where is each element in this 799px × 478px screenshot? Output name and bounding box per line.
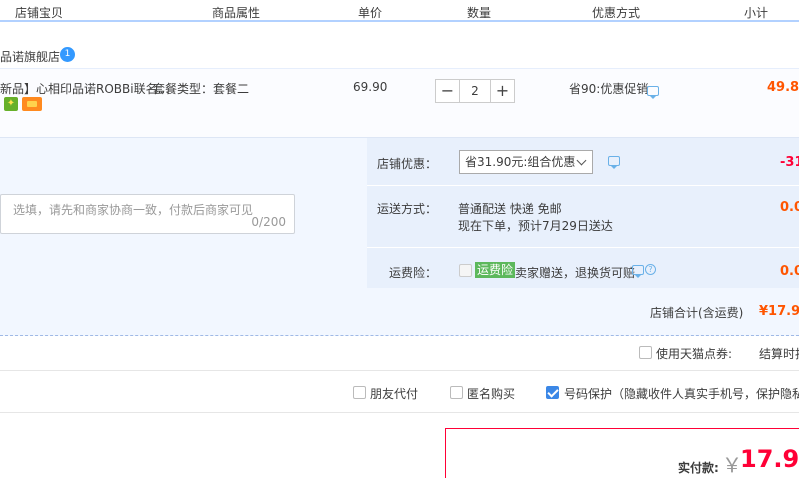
insurance-row: 运费险： 运费险 卖家赠送，退换货可赔 ? 0.0 <box>367 248 799 288</box>
header-attribute: 商品属性 <box>212 6 261 20</box>
anonymous-checkbox[interactable] <box>450 386 463 399</box>
insurance-checkbox <box>459 264 472 277</box>
quantity-stepper: − 2 + <box>435 79 515 103</box>
points-note: 结算时扣 <box>759 347 799 361</box>
chat-icon[interactable] <box>632 265 644 278</box>
shipping-method: 普通配送 快递 免邮 <box>458 202 562 216</box>
header-subtotal: 小计 <box>744 6 769 20</box>
shop-name[interactable]: 品诺旗舰店 <box>0 48 60 65</box>
number-protect-label: 号码保护（隐藏收件人真实手机号，保护隐私） <box>564 387 799 401</box>
chevron-down-icon <box>576 155 587 166</box>
shop-discount-value: 省31.90元:组合优惠 <box>465 155 576 169</box>
memo-placeholder: 选填，请先和商家协商一致，付款后商家可见 <box>13 203 254 217</box>
anonymous-label: 匿名购买 <box>467 387 516 401</box>
card-icon <box>22 97 42 111</box>
shop-options: 店铺优惠： 省31.90元:组合优惠 -31.9 运送方式： 普通配送 快递 免… <box>367 138 799 288</box>
table-header: 店铺宝贝 商品属性 单价 数量 优惠方式 小计 <box>0 0 799 22</box>
buyer-memo-field[interactable]: 选填，请先和商家协商一致，付款后商家可见 0/200 <box>0 194 295 234</box>
friend-pay-label: 朋友代付 <box>370 387 419 401</box>
shop-total-label: 店铺合计(含运费) <box>650 306 744 320</box>
number-protect-checkbox[interactable] <box>546 386 559 399</box>
shop-summary-panel: 选填，请先和商家协商一致，付款后商家可见 0/200 店铺优惠： 省31.90元… <box>0 138 799 336</box>
item-attribute: 套餐类型：套餐二 <box>153 82 250 96</box>
shop-discount-label: 店铺优惠： <box>376 157 437 171</box>
increase-button[interactable]: + <box>490 79 515 103</box>
header-discount: 优惠方式 <box>592 6 641 20</box>
quantity-input[interactable]: 2 <box>460 79 490 103</box>
header-quantity: 数量 <box>467 6 492 20</box>
shipping-label: 运送方式： <box>376 202 437 216</box>
shop-discount-amount: -31.9 <box>780 155 799 170</box>
memo-counter: 0/200 <box>251 215 286 229</box>
payment-label: 实付款: <box>678 461 719 475</box>
friend-pay-checkbox[interactable] <box>353 386 366 399</box>
insurance-text: 卖家赠送，退换货可赔 <box>515 266 636 280</box>
help-icon[interactable]: ? <box>645 264 656 275</box>
tmall-badge-icon: ✦ <box>4 97 18 111</box>
insurance-tag: 运费险 <box>475 262 516 278</box>
shipping-eta: 现在下单，预计7月29日送达 <box>458 219 613 233</box>
divider <box>0 412 799 413</box>
divider <box>0 370 799 371</box>
chat-icon[interactable] <box>647 86 659 99</box>
chat-badge-icon[interactable]: 1 <box>60 47 75 62</box>
shop-total-amount: ¥17.9 <box>759 304 799 319</box>
points-label: 使用天猫点券: <box>656 347 733 361</box>
shipping-row: 运送方式： 普通配送 快递 免邮 现在下单，预计7月29日送达 0.0 <box>367 186 799 248</box>
insurance-label: 运费险： <box>388 266 437 280</box>
header-price: 单价 <box>358 6 383 20</box>
shop-discount-row: 店铺优惠： 省31.90元:组合优惠 -31.9 <box>367 138 799 186</box>
order-item-row: 新品】心相印品诺ROBBi联名... 套餐类型：套餐二 ✦ 69.90 − 2 … <box>0 68 799 138</box>
chat-icon[interactable] <box>608 156 620 169</box>
currency-symbol: ￥ <box>722 453 742 477</box>
points-checkbox[interactable] <box>639 346 652 359</box>
item-subtotal: 49.8 <box>767 80 799 95</box>
item-title-link[interactable]: 新品】心相印品诺ROBBi联名... <box>0 80 169 97</box>
payment-amount: 17.90 <box>740 445 799 473</box>
header-shop: 店铺宝贝 <box>15 6 64 20</box>
shipping-amount: 0.0 <box>780 200 799 215</box>
item-price: 69.90 <box>353 80 388 94</box>
shop-discount-select[interactable]: 省31.90元:组合优惠 <box>459 150 593 174</box>
payment-box: 实付款: ￥ 17.90 <box>445 428 799 478</box>
item-discount: 省90:优惠促销 <box>569 82 649 96</box>
insurance-amount: 0.0 <box>780 264 799 279</box>
decrease-button[interactable]: − <box>435 79 460 103</box>
